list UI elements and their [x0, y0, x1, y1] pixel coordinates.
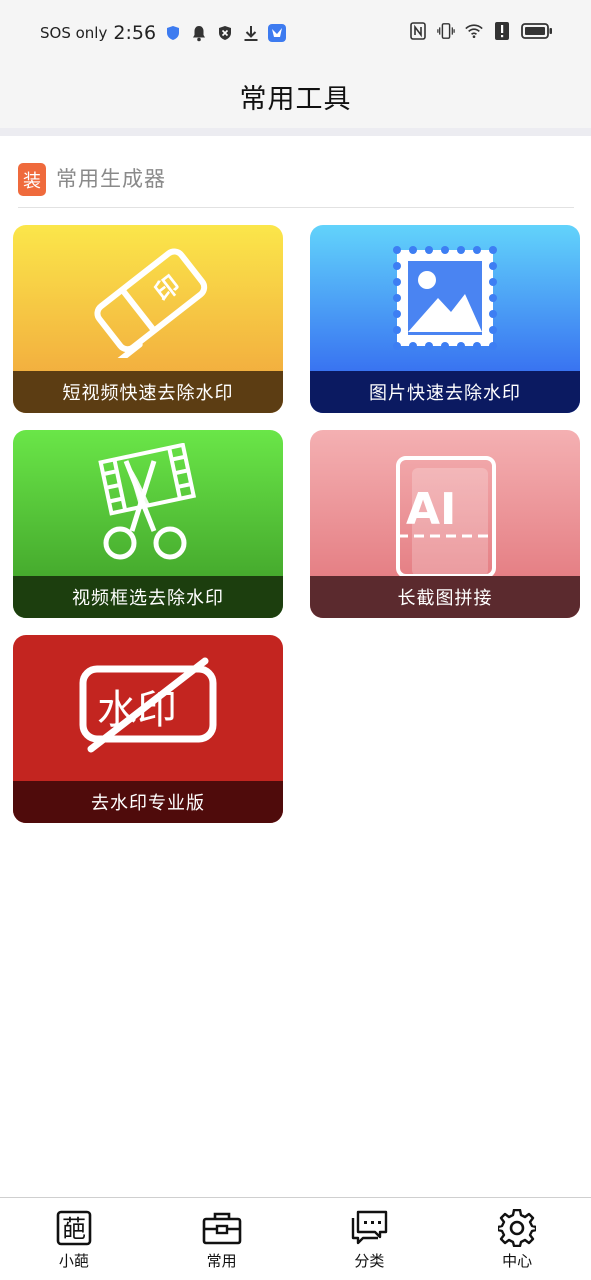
carrier-text: SOS only [40, 24, 108, 42]
ai-long-screenshot-icon: AI [310, 430, 580, 576]
gear-icon [497, 1208, 537, 1248]
section-title: 常用生成器 [56, 167, 166, 191]
tool-label: 视频框选去除水印 [72, 588, 224, 609]
app-header: 常用工具 [0, 64, 591, 128]
picture-stamp-icon [310, 225, 580, 371]
tab-center[interactable]: 中心 [443, 1198, 591, 1280]
tab-label: 小葩 [58, 1252, 89, 1270]
tab-icon-text: 葩 [62, 1215, 86, 1243]
tool-label-bar: 去水印专业版 [13, 781, 283, 823]
wifi-icon [465, 22, 483, 40]
bell-icon [190, 24, 208, 42]
tool-label: 长截图拼接 [397, 588, 493, 609]
tool-label-bar: 视频框选去除水印 [13, 576, 283, 618]
stamp-text: 印 [149, 270, 185, 307]
tab-label: 中心 [502, 1252, 533, 1270]
shield-icon [164, 24, 182, 42]
tab-xiaopa[interactable]: 葩 小葩 [0, 1198, 148, 1280]
toolbox-icon [202, 1208, 242, 1248]
flower-char-icon: 葩 [54, 1208, 94, 1248]
alert-icon [493, 22, 511, 40]
status-right [409, 22, 553, 40]
vibrate-icon [437, 22, 455, 40]
tool-card-long-screenshot[interactable]: AI 长截图拼接 [310, 430, 580, 618]
chat-bubble-icon [349, 1208, 389, 1248]
section-header: 装 常用生成器 [18, 163, 574, 208]
tool-card-watermark-pro[interactable]: 水印 去水印专业版 [13, 635, 283, 823]
nfc-icon [409, 22, 427, 40]
tool-label-bar: 短视频快速去除水印 [13, 371, 283, 413]
tool-label: 去水印专业版 [91, 793, 205, 814]
app-bird-icon [268, 24, 287, 42]
battery-icon [521, 22, 553, 40]
header-divider [0, 128, 591, 136]
ai-text: AI [406, 484, 456, 535]
tab-label: 分类 [354, 1252, 385, 1270]
tool-label: 短视频快速去除水印 [62, 383, 234, 404]
tool-label-bar: 长截图拼接 [310, 576, 580, 618]
status-left: SOS only 2:56 [40, 22, 287, 44]
film-scissors-icon [13, 430, 283, 576]
download-icon [242, 24, 260, 42]
clock-time: 2:56 [113, 22, 157, 44]
tab-common[interactable]: 常用 [148, 1198, 296, 1280]
tool-card-image-watermark[interactable]: 图片快速去除水印 [310, 225, 580, 413]
watermark-strike-icon: 水印 [13, 635, 283, 781]
vpn-shield-icon [216, 24, 234, 42]
eraser-stamp-icon: 印 [13, 225, 283, 371]
section-badge: 装 [18, 163, 46, 196]
tool-label-bar: 图片快速去除水印 [310, 371, 580, 413]
tab-label: 常用 [206, 1252, 237, 1270]
tab-category[interactable]: 分类 [296, 1198, 444, 1280]
tool-label: 图片快速去除水印 [369, 383, 521, 404]
bottom-tab-bar: 葩 小葩 常用 分类 中心 [0, 1197, 591, 1280]
status-bar: SOS only 2:56 [0, 0, 591, 64]
page-title: 常用工具 [239, 83, 352, 115]
tool-card-short-video-watermark[interactable]: 印 短视频快速去除水印 [13, 225, 283, 413]
tool-card-video-box-watermark[interactable]: 视频框选去除水印 [13, 430, 283, 618]
